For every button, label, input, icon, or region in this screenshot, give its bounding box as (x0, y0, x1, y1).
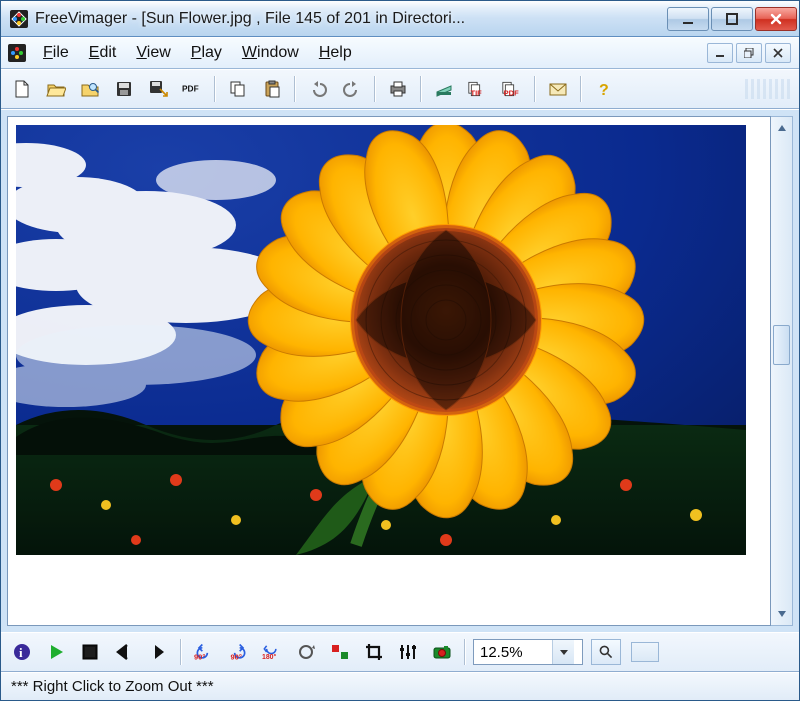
zoom-combo[interactable] (473, 639, 583, 665)
multipage-pdf-icon[interactable]: PDF (497, 74, 527, 104)
next-icon[interactable] (143, 637, 173, 667)
save-as-icon[interactable] (143, 74, 173, 104)
zoom-dropdown-button[interactable] (552, 640, 574, 664)
camera-icon[interactable] (427, 637, 457, 667)
new-file-icon[interactable] (7, 74, 37, 104)
menu-play[interactable]: Play (181, 40, 232, 66)
menu-view[interactable]: View (126, 40, 180, 66)
image-viewport[interactable] (7, 116, 771, 626)
print-icon[interactable] (383, 74, 413, 104)
svg-text:180°: 180° (262, 653, 277, 661)
maximize-button[interactable] (711, 7, 753, 31)
minimize-button[interactable] (667, 7, 709, 31)
play-icon[interactable] (41, 637, 71, 667)
app-icon (9, 9, 29, 29)
svg-text:90°: 90° (231, 653, 242, 662)
client-area (1, 109, 799, 632)
crop-icon[interactable] (359, 637, 389, 667)
titlebar[interactable]: FreeVimager - [Sun Flower.jpg , File 145… (1, 1, 799, 37)
mdi-minimize-button[interactable] (707, 43, 733, 63)
undo-icon[interactable] (303, 74, 333, 104)
scanner-icon[interactable] (429, 74, 459, 104)
export-pdf-icon[interactable]: PDF (177, 74, 207, 104)
svg-text:PDF: PDF (182, 84, 199, 94)
adjust-icon[interactable] (393, 637, 423, 667)
svg-text:i: i (19, 645, 23, 660)
toolbar-separator (214, 76, 216, 102)
toolbar-separator (294, 76, 296, 102)
app-window: FreeVimager - [Sun Flower.jpg , File 145… (0, 0, 800, 701)
displayed-image (16, 125, 746, 555)
scroll-track[interactable] (771, 139, 792, 603)
open-file-icon[interactable] (41, 74, 71, 104)
info-icon[interactable]: i (7, 637, 37, 667)
toolbar-separator (580, 76, 582, 102)
svg-text:TIF: TIF (471, 89, 483, 98)
app-icon-small (7, 43, 27, 63)
toolbar-grip[interactable] (745, 79, 793, 99)
toolbar-separator (374, 76, 376, 102)
scroll-down-button[interactable] (771, 603, 792, 625)
toolbar-separator (534, 76, 536, 102)
menu-file[interactable]: File (33, 40, 79, 66)
menu-edit[interactable]: Edit (79, 40, 127, 66)
svg-text:PDF: PDF (504, 89, 519, 98)
status-text: *** Right Click to Zoom Out *** (11, 678, 214, 695)
help-icon[interactable]: ? (589, 74, 619, 104)
hscroll-stub[interactable] (631, 642, 659, 662)
toolbar-bottom: i 90° 90° 180° (1, 632, 799, 672)
vertical-scrollbar[interactable] (771, 116, 793, 626)
zoom-tool-button[interactable] (591, 639, 621, 665)
svg-text:?: ? (599, 82, 609, 99)
svg-text:90°: 90° (194, 653, 205, 662)
close-button[interactable] (755, 7, 797, 31)
toolbar-separator (180, 639, 182, 665)
paste-icon[interactable] (257, 74, 287, 104)
mdi-restore-button[interactable] (736, 43, 762, 63)
toolbar-separator (464, 639, 466, 665)
copy-icon[interactable] (223, 74, 253, 104)
toolbar-top: PDF TIF PDF ? (1, 69, 799, 109)
rotate-180-icon[interactable]: 180° (257, 637, 287, 667)
stop-icon[interactable] (75, 637, 105, 667)
rotate-right-90-icon[interactable]: 90° (223, 637, 253, 667)
zoom-input[interactable] (474, 642, 552, 663)
send-mail-icon[interactable] (543, 74, 573, 104)
multipage-tif-icon[interactable]: TIF (463, 74, 493, 104)
scroll-thumb[interactable] (773, 325, 790, 365)
menu-window[interactable]: Window (232, 40, 309, 66)
open-zoom-icon[interactable] (75, 74, 105, 104)
redo-icon[interactable] (337, 74, 367, 104)
prev-icon[interactable] (109, 637, 139, 667)
rotate-left-90-icon[interactable]: 90° (189, 637, 219, 667)
menubar: File Edit View Play Window Help (1, 37, 799, 69)
redeye-icon[interactable] (325, 637, 355, 667)
rotate-free-icon[interactable] (291, 637, 321, 667)
mdi-close-button[interactable] (765, 43, 791, 63)
statusbar: *** Right Click to Zoom Out *** (1, 672, 799, 700)
scroll-up-button[interactable] (771, 117, 792, 139)
menu-help[interactable]: Help (309, 40, 362, 66)
save-icon[interactable] (109, 74, 139, 104)
toolbar-separator (420, 76, 422, 102)
window-title: FreeVimager - [Sun Flower.jpg , File 145… (35, 10, 667, 28)
